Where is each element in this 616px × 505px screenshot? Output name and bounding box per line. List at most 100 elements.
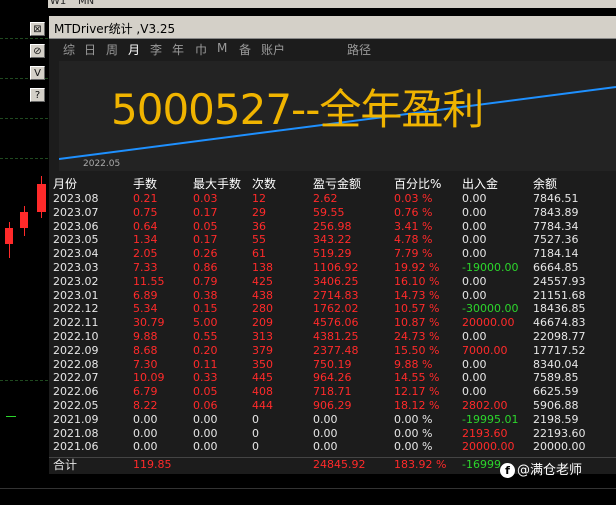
cell-count: 425 [252,274,273,288]
table-row[interactable]: 2021.09 0.00 0.00 0 0.00 0.00 % -19995.01 2198.… [49,413,616,427]
table-row[interactable]: 2023.07 0.75 0.17 29 59.55 0.76 % 0.00 7843.89 [49,206,616,220]
cell-percent: 12.17 % [394,385,440,399]
cell-pnl: 3406.25 [313,274,359,288]
cell-month: 2023.08 [53,192,99,205]
cell-pnl: 4576.06 [313,316,359,330]
stats-window: MTDriver统计 ,V3.25 综 日 周 月 李 年 巾 M 备 账户 路… [49,16,616,474]
header-pnl: 盈亏金额 [313,177,362,191]
cell-deposit-withdraw: -30000.00 [462,302,519,316]
tab-account[interactable]: 账户 [261,41,285,58]
toolbar-fragment-mn[interactable]: MN [78,0,94,7]
side-button-close[interactable]: ⊠ [30,22,45,36]
tab-monthly[interactable]: 月 [128,41,140,58]
side-button-cancel[interactable]: ⊘ [30,44,45,58]
table-row[interactable]: 2022.08 7.30 0.11 350 750.19 9.88 % 0.00 8340.0… [49,358,616,372]
cell-percent: 10.87 % [394,316,440,330]
side-button-help[interactable]: ? [30,88,45,102]
cell-max-lots: 0.55 [193,330,218,343]
cell-max-lots: 0.00 [193,426,218,440]
cell-pnl: 0.00 [313,412,338,426]
cell-deposit-withdraw: 2193.60 [462,426,508,440]
cell-month: 2023.06 [53,219,99,233]
cell-percent: 14.73 % [394,288,440,302]
cell-month: 2023.07 [53,205,99,219]
tab-overview[interactable]: 综 [63,41,75,58]
window-title-bar[interactable]: MTDriver统计 ,V3.25 [49,16,616,39]
cell-max-lots: 0.20 [193,343,218,357]
table-row[interactable]: 2023.02 11.55 0.79 425 3406.25 16.10 % 0.00 245… [49,275,616,289]
tab-weekly[interactable]: 周 [106,41,118,58]
header-balance: 余额 [533,177,558,191]
table-row[interactable]: 2022.06 6.79 0.05 408 718.71 12.17 % 0.00 6625.… [49,385,616,399]
cell-max-lots: 0.79 [193,274,218,288]
cell-deposit-withdraw: 0.00 [462,233,487,247]
side-button-check[interactable]: V [30,66,45,80]
tab-currency[interactable]: 巾 [195,41,207,58]
table-row[interactable]: 2023.08 0.21 0.03 12 2.62 0.03 % 0.00 7846.51 [49,192,616,206]
cell-max-lots: 0.00 [193,440,218,454]
cell-lots: 0.64 [133,219,158,233]
top-toolbar: ▾ D1 W1 MN [0,0,616,8]
cell-pnl: 59.55 [313,205,345,219]
table-row[interactable]: 2021.06 0.00 0.00 0 0.00 0.00 % 20000.00 20000.… [49,440,616,454]
table-row[interactable]: 2022.11 30.79 5.00 209 4576.06 10.87 % 20000.0… [49,316,616,330]
cell-balance: 20000.00 [533,440,586,454]
cell-month: 2023.01 [53,288,99,302]
table-row[interactable]: 2022.10 9.88 0.55 313 4381.25 24.73 % 0.00 2209… [49,330,616,344]
cell-balance: 7784.34 [533,219,579,233]
cell-count: 445 [252,371,273,385]
cell-month: 2023.05 [53,233,99,247]
tab-daily[interactable]: 日 [84,41,96,58]
tab-quarterly[interactable]: 李 [150,41,162,58]
table-row[interactable]: 2022.12 5.34 0.15 280 1762.02 10.57 % -30000.0… [49,302,616,316]
table-row[interactable]: 2022.09 8.68 0.20 379 2377.48 15.50 % 7000.00 1… [49,344,616,358]
table-row[interactable]: 2022.05 8.22 0.06 444 906.29 18.12 % 2802.00 59… [49,399,616,413]
cell-month: 2022.10 [53,330,99,343]
table-row[interactable]: 2023.06 0.64 0.05 36 256.98 3.41 % 0.00 7784.34 [49,220,616,234]
toolbar-fragment-w1[interactable]: W1 [50,0,66,7]
cell-count: 36 [252,219,266,233]
table-row[interactable]: 2023.04 2.05 0.26 61 519.29 7.79 % 0.00 7184.14 [49,247,616,261]
cell-pnl: 0.00 [313,426,338,440]
header-percent: 百分比% [394,177,442,191]
cell-percent: 0.00 % [394,412,433,426]
cell-balance: 6625.59 [533,385,579,399]
table-row[interactable]: 2023.01 6.89 0.38 438 2714.83 14.73 % 0.00 2115… [49,289,616,303]
cell-month: 2023.03 [53,261,99,274]
cell-max-lots: 0.05 [193,219,218,233]
tab-m[interactable]: M [217,41,227,55]
cell-balance: 7527.36 [533,233,579,247]
cell-count: 55 [252,233,266,247]
cell-month: 2022.09 [53,343,99,357]
table-row[interactable]: 2023.05 1.34 0.17 55 343.22 4.78 % 0.00 7527.36 [49,233,616,247]
cell-max-lots: 0.38 [193,288,218,302]
cell-deposit-withdraw: 20000.00 [462,316,515,330]
cell-percent: 0.00 % [394,426,433,440]
cell-pnl: 906.29 [313,399,352,412]
cell-deposit-withdraw: 0.00 [462,205,487,219]
table-row[interactable]: 2021.08 0.00 0.00 0 0.00 0.00 % 2193.60 22193.6… [49,427,616,441]
watermark-text: @满仓老师 [517,463,583,478]
cell-lots: 8.22 [133,399,158,412]
tab-path[interactable]: 路径 [347,41,371,58]
cell-count: 12 [252,192,266,205]
cell-month: 2022.05 [53,399,99,412]
cell-lots: 7.33 [133,261,158,274]
table-row[interactable]: 2022.07 10.09 0.33 445 964.26 14.55 % 0.00 7589… [49,371,616,385]
cell-balance: 22098.77 [533,330,586,343]
table-row[interactable]: 2023.03 7.33 0.86 138 1106.92 19.92 % -19000.0… [49,261,616,275]
cell-balance: 2198.59 [533,412,579,426]
cell-lots: 0.00 [133,426,158,440]
header-count: 次数 [252,177,277,191]
cell-max-lots: 0.15 [193,302,218,316]
chart-headline: 5000527--全年盈利 [111,85,484,134]
cell-percent: 18.12 % [394,399,440,412]
total-lots: 119.85 [133,458,172,471]
cell-lots: 0.00 [133,412,158,426]
cell-deposit-withdraw: 0.00 [462,385,487,399]
cell-lots: 7.30 [133,357,158,371]
tab-notes[interactable]: 备 [239,41,251,58]
cell-pnl: 1106.92 [313,261,359,274]
cell-percent: 24.73 % [394,330,440,343]
tab-yearly[interactable]: 年 [172,41,184,58]
